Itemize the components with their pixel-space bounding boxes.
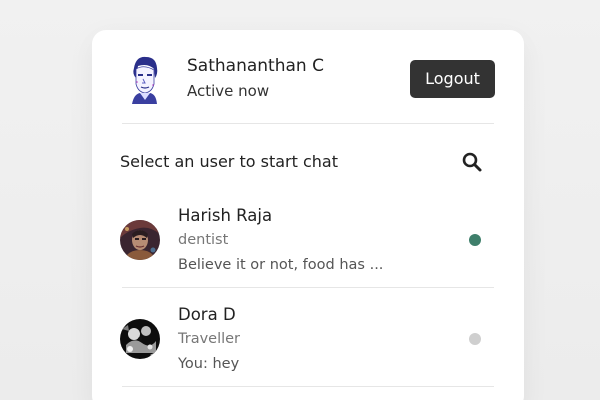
current-user-avatar [126,54,162,104]
user-last-message: Believe it or not, food has ... [178,257,384,273]
user-list-item[interactable]: Harish Raja dentist Believe it or not, f… [92,194,524,290]
user-divider [122,287,494,288]
search-label: Select an user to start chat [120,152,338,171]
online-status-dot [469,234,481,246]
chat-users-panel: Sathananthan C Active now Logout Select … [92,30,524,400]
user-divider [122,386,494,387]
page-background: Sathananthan C Active now Logout Select … [0,0,600,400]
logout-button[interactable]: Logout [410,60,495,98]
search-icon [462,152,482,172]
avatar-image [126,54,162,104]
user-about: dentist [178,232,229,248]
user-avatar [120,220,160,260]
header: Sathananthan C Active now Logout [92,30,524,124]
offline-status-dot [469,333,481,345]
avatar-image [120,319,160,359]
user-about: Traveller [178,331,241,347]
user-name: Dora D [178,305,236,324]
current-user-status: Active now [187,82,270,100]
user-name: Harish Raja [178,206,273,225]
current-user-name: Sathananthan C [187,56,324,76]
avatar-image [120,220,160,260]
user-last-message: You: hey [178,356,240,372]
search-button[interactable] [460,150,484,174]
header-divider [122,123,494,124]
user-avatar [120,319,160,359]
user-list-item[interactable]: Dora D Traveller You: hey [92,293,524,389]
